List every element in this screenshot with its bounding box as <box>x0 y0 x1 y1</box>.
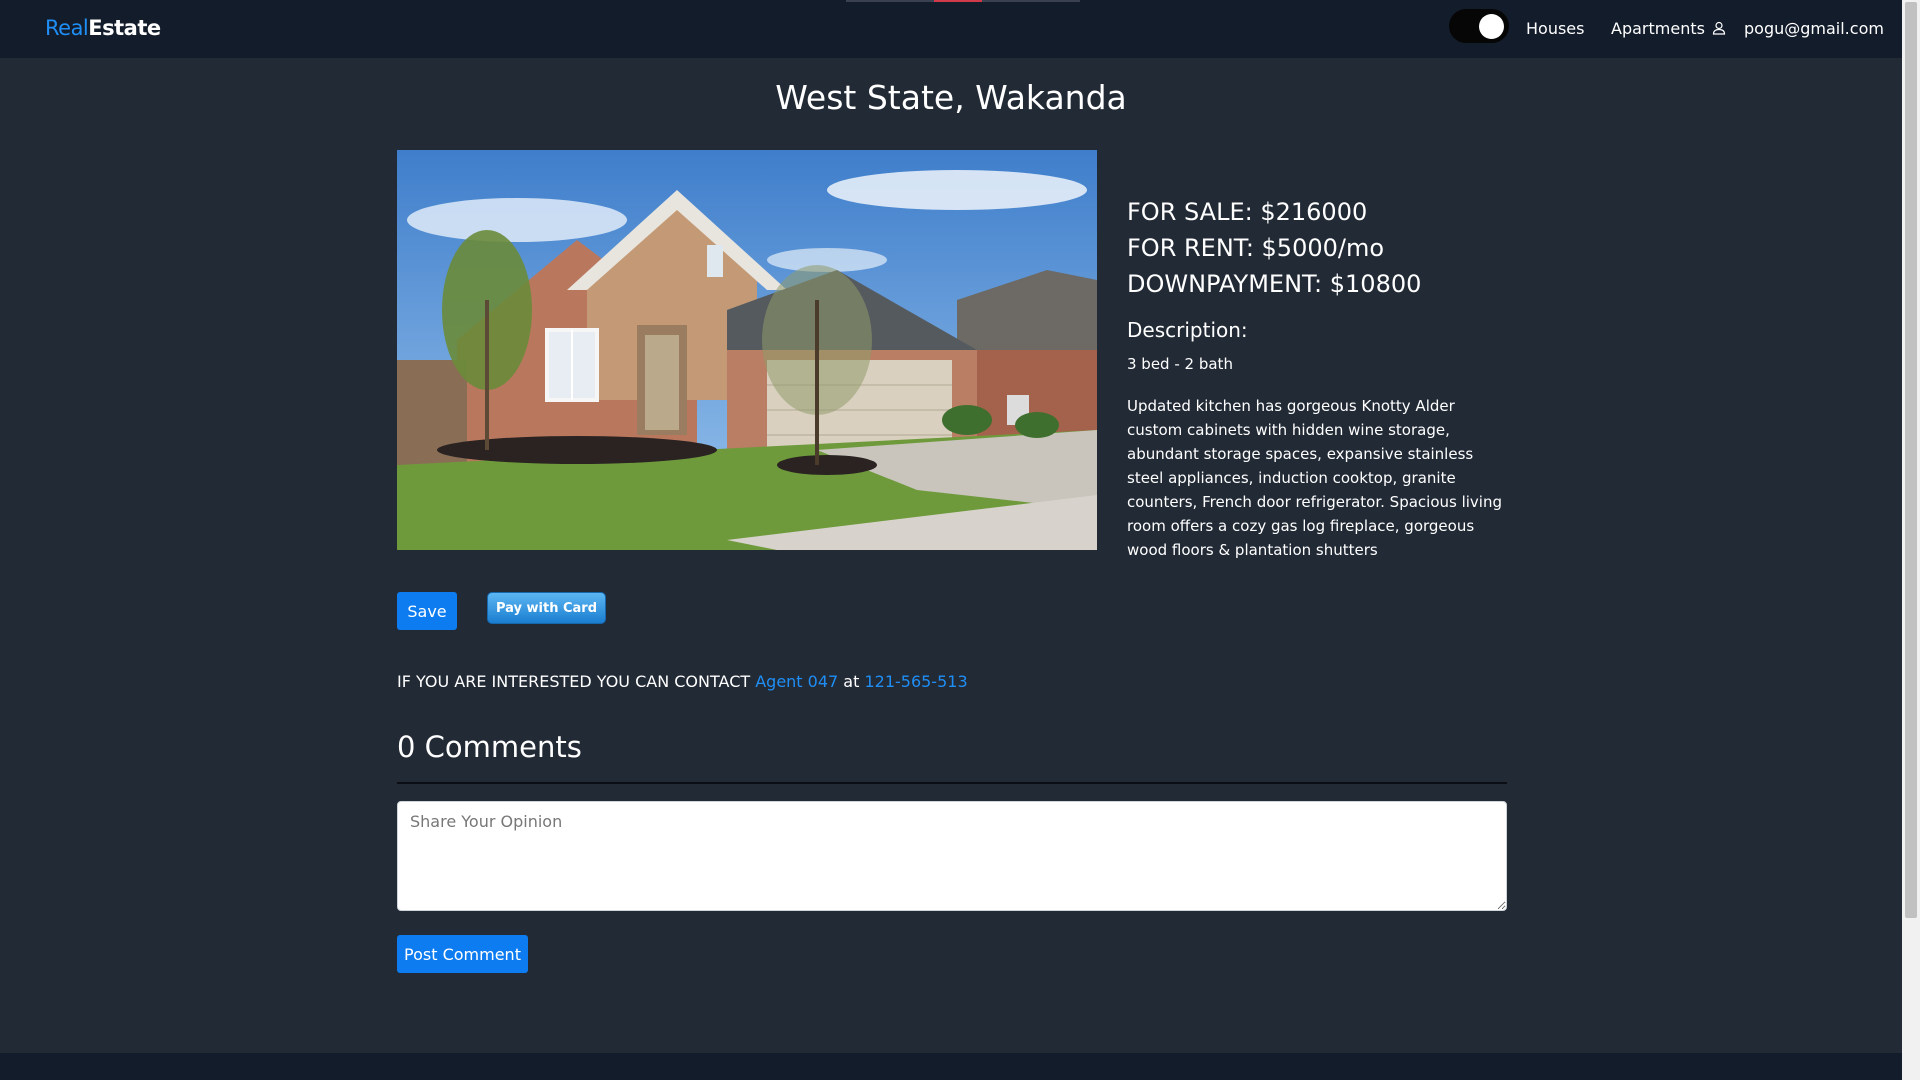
nav-user-email[interactable]: pogu@gmail.com <box>1744 19 1884 38</box>
rent-price: FOR RENT: $5000/mo <box>1127 234 1385 262</box>
bed-bath: 3 bed - 2 bath <box>1127 355 1233 373</box>
toggle-knob <box>1479 14 1504 39</box>
contact-middle: at <box>838 672 865 691</box>
description-heading: Description: <box>1127 318 1248 342</box>
post-comment-button[interactable]: Post Comment <box>397 935 528 973</box>
pay-with-card-button[interactable]: Pay with Card <box>487 592 606 624</box>
comment-input[interactable] <box>397 801 1507 911</box>
nav-houses[interactable]: Houses <box>1526 19 1584 38</box>
nav-apartments[interactable]: Apartments <box>1611 19 1705 38</box>
listing-info: FOR SALE: $216000 FOR RENT: $5000/mo DOW… <box>1127 194 1507 562</box>
page-scrollbar[interactable] <box>1902 0 1920 1080</box>
brand-estate: Estate <box>88 16 161 40</box>
save-button[interactable]: Save <box>397 592 457 630</box>
comments-divider <box>397 782 1507 784</box>
user-icon <box>1712 21 1726 35</box>
scroll-thumb[interactable] <box>1905 2 1917 918</box>
house-photo <box>397 150 1097 550</box>
downpayment: DOWNPAYMENT: $10800 <box>1127 270 1422 298</box>
brand-logo[interactable]: RealEstate <box>45 16 161 40</box>
theme-toggle[interactable] <box>1449 9 1509 43</box>
top-accent-bar <box>846 0 1080 2</box>
contact-line: IF YOU ARE INTERESTED YOU CAN CONTACT Ag… <box>397 672 968 691</box>
sale-price: FOR SALE: $216000 <box>1127 198 1368 226</box>
page-title: West State, Wakanda <box>775 78 1127 117</box>
comments-heading: 0 Comments <box>397 730 582 764</box>
phone-link[interactable]: 121-565-513 <box>864 672 967 691</box>
description-text: Updated kitchen has gorgeous Knotty Alde… <box>1127 397 1503 559</box>
navbar: RealEstate Houses Apartments pogu@gmail.… <box>0 0 1902 58</box>
agent-link[interactable]: Agent 047 <box>755 672 838 691</box>
contact-prefix: IF YOU ARE INTERESTED YOU CAN CONTACT <box>397 672 756 691</box>
brand-real: Real <box>45 16 89 40</box>
footer <box>0 1053 1902 1080</box>
